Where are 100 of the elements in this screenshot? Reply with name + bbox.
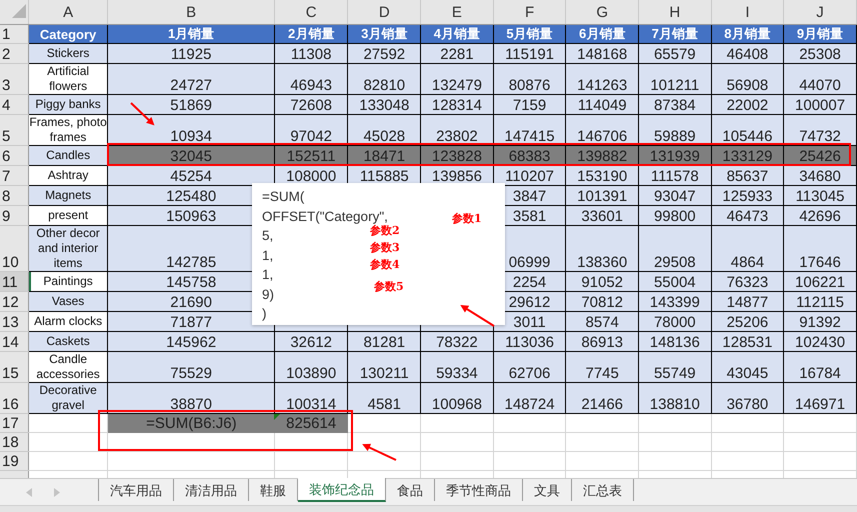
table-cell: Frames, photo frames — [28, 114, 108, 146]
table-cell: 46408 — [711, 44, 784, 64]
select-all-icon[interactable] — [12, 4, 26, 18]
sheet-tab[interactable]: 食品 — [386, 479, 435, 501]
sheet-tab[interactable]: 汇总表 — [572, 479, 634, 501]
table-cell: =SUM(B6:J6) — [108, 414, 274, 432]
column-header[interactable]: G — [566, 0, 638, 24]
table-cell: 91392 — [784, 312, 856, 332]
table-cell: 99800 — [638, 206, 712, 226]
table-cell: 101391 — [566, 186, 638, 206]
column-header[interactable]: E — [420, 0, 494, 24]
row-number[interactable]: 14 — [0, 332, 28, 352]
row-number[interactable]: 13 — [0, 312, 28, 332]
table-cell: 138360 — [566, 226, 638, 272]
column-header[interactable]: H — [638, 0, 712, 24]
parameter-label: 参数3 — [370, 240, 400, 254]
table-cell: 14877 — [711, 292, 784, 312]
table-cell: 17646 — [784, 226, 856, 272]
table-cell: 93047 — [638, 186, 712, 206]
row-number[interactable]: 16 — [0, 382, 28, 414]
table-cell: 81281 — [348, 332, 421, 352]
table-cell: 82810 — [348, 64, 421, 94]
sheet-tab[interactable]: 清洁用品 — [174, 479, 249, 501]
table-cell: 55749 — [638, 352, 712, 382]
table-cell: 27592 — [348, 44, 421, 64]
row-number[interactable]: 12 — [0, 292, 28, 312]
row-number[interactable]: 17 — [0, 414, 28, 432]
table-cell: 76323 — [711, 272, 784, 292]
table-cell: Candle accessories — [28, 352, 108, 382]
table-cell: 75529 — [108, 352, 274, 382]
sheet-tab[interactable]: 装饰纪念品 — [298, 478, 386, 502]
column-header[interactable]: F — [493, 0, 566, 24]
formula-line: 5, — [262, 228, 274, 244]
row-number[interactable]: 8 — [0, 186, 28, 206]
column-title: 7月销量 — [638, 24, 712, 44]
parameter-label: 参数2 — [370, 224, 400, 238]
table-cell: 86913 — [566, 332, 638, 352]
row-number[interactable]: 1 — [0, 24, 28, 44]
column-title: Category — [28, 24, 108, 44]
scroll-right-icon[interactable] — [54, 488, 60, 497]
table-cell: 148724 — [493, 382, 566, 414]
table-cell: 78000 — [638, 312, 712, 332]
column-header[interactable]: B — [108, 0, 274, 24]
table-cell: present — [28, 206, 108, 226]
table-cell: 24727 — [108, 64, 274, 94]
column-title: 6月销量 — [566, 24, 638, 44]
row-number[interactable]: 2 — [0, 44, 28, 64]
table-cell: 114049 — [566, 94, 638, 114]
sheet-tab[interactable]: 文具 — [523, 479, 572, 501]
column-title: 1月销量 — [108, 24, 274, 44]
column-header[interactable]: J — [784, 0, 856, 24]
row-number[interactable]: 6 — [0, 146, 28, 166]
column-header[interactable]: I — [711, 0, 784, 24]
table-cell: 45254 — [108, 166, 274, 186]
table-cell: 29508 — [638, 226, 712, 272]
table-cell: 148168 — [566, 44, 638, 64]
table-cell: 153190 — [566, 166, 638, 186]
row-number[interactable]: 7 — [0, 166, 28, 186]
table-cell: Piggy banks — [28, 94, 108, 114]
row-number[interactable]: 4 — [0, 94, 28, 114]
table-cell: 42696 — [784, 206, 856, 226]
table-cell: 4864 — [711, 226, 784, 272]
row-number[interactable]: 11 — [0, 272, 28, 292]
table-cell: 100968 — [420, 382, 494, 414]
table-cell: 25308 — [784, 44, 856, 64]
sheet-tab[interactable]: 汽车用品 — [99, 479, 174, 501]
table-cell: 113036 — [493, 332, 566, 352]
table-cell: 143399 — [638, 292, 712, 312]
arrow — [460, 304, 495, 327]
row-number[interactable]: 3 — [0, 64, 28, 94]
table-cell: 70812 — [566, 292, 638, 312]
arrow — [362, 444, 396, 461]
column-header[interactable]: D — [348, 0, 421, 24]
table-cell: Vases — [28, 292, 108, 312]
row-number[interactable]: 18 — [0, 432, 28, 452]
table-cell: 115191 — [493, 44, 566, 64]
table-cell: 11308 — [274, 44, 348, 64]
table-cell: 125933 — [711, 186, 784, 206]
table-cell: 2281 — [420, 44, 494, 64]
row-number[interactable]: 19 — [0, 452, 28, 470]
table-cell: 7745 — [566, 352, 638, 382]
table-cell: 145962 — [108, 332, 274, 352]
table-cell: Caskets — [28, 332, 108, 352]
column-header[interactable]: A — [28, 0, 108, 24]
table-cell: 62706 — [493, 352, 566, 382]
parameter-label: 参数4 — [370, 257, 400, 272]
table-cell: 65579 — [638, 44, 712, 64]
scroll-left-icon[interactable] — [26, 488, 32, 497]
row-number[interactable]: 10 — [0, 226, 28, 272]
row-number[interactable]: 5 — [0, 114, 28, 146]
table-cell: 113045 — [784, 186, 856, 206]
table-cell: 46473 — [711, 206, 784, 226]
column-title: 8月销量 — [711, 24, 784, 44]
table-cell: Alarm clocks — [28, 312, 108, 332]
sheet-tab[interactable]: 季节性商品 — [435, 479, 523, 501]
row-number[interactable]: 9 — [0, 206, 28, 226]
row-number[interactable]: 15 — [0, 352, 28, 382]
table-cell: 38870 — [108, 382, 274, 414]
formula-line: 1, — [262, 248, 274, 263]
column-header[interactable]: C — [274, 0, 348, 24]
